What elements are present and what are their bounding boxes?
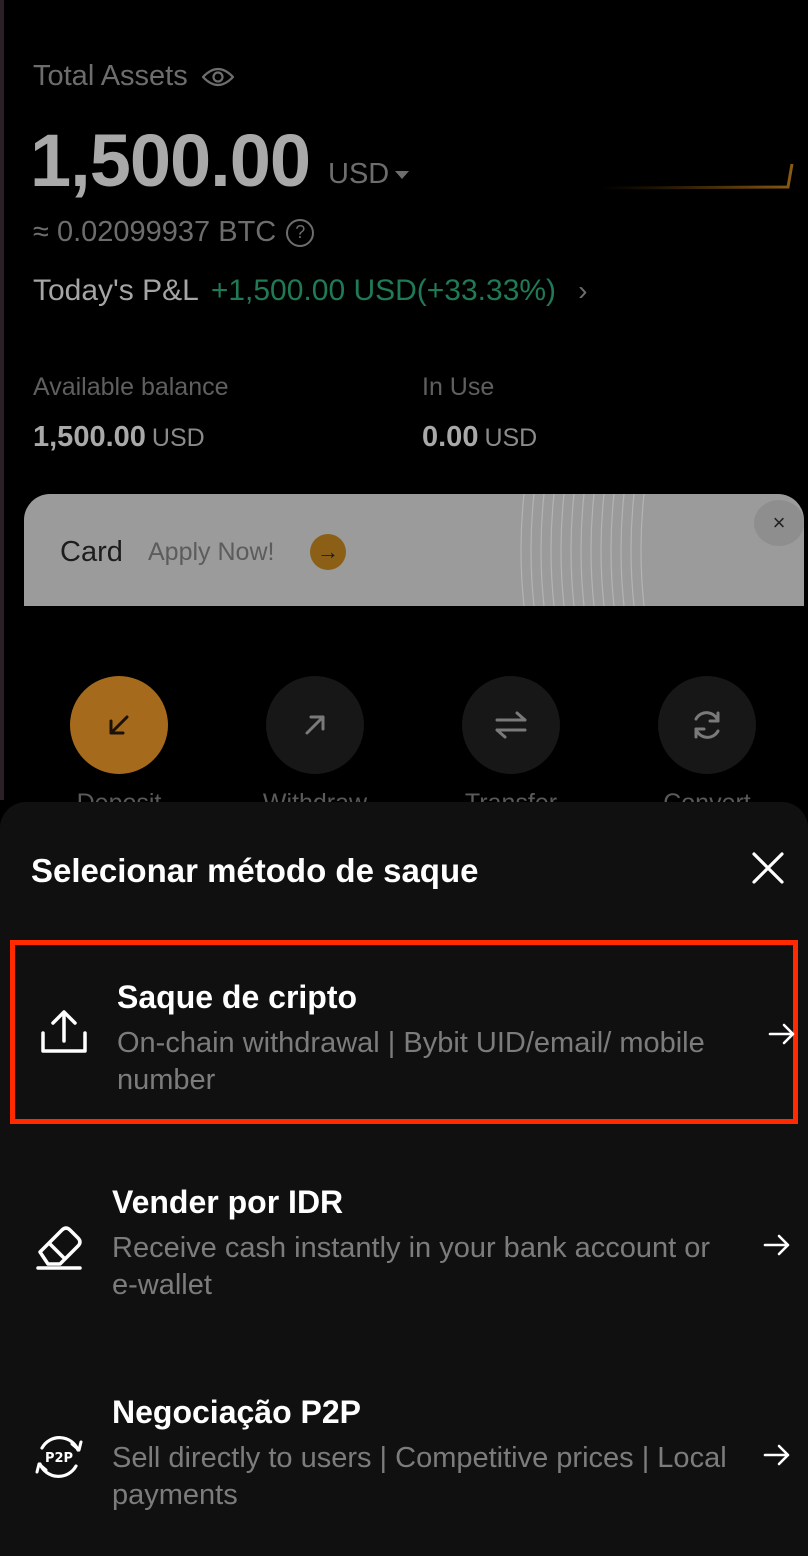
arrow-up-right-icon (305, 715, 325, 735)
withdraw-button[interactable] (266, 676, 364, 774)
available-balance-value: 1,500.00 USD (33, 421, 205, 453)
p2p-icon-text: P2P (45, 1451, 73, 1466)
option-p2p-trading[interactable]: P2P Negociação P2P Sell directly to user… (10, 1380, 798, 1540)
eye-icon[interactable] (201, 67, 234, 87)
swap-arrows-icon (495, 711, 527, 739)
option-crypto-withdrawal[interactable]: Saque de cripto On-chain withdrawal | By… (10, 940, 798, 1124)
total-assets-label: Total Assets (33, 60, 234, 93)
chevron-right-icon: › (578, 275, 588, 306)
card-promo-banner[interactable]: Card Apply Now! → × (24, 494, 804, 606)
option-title: Negociação P2P (112, 1394, 361, 1430)
upload-icon (41, 1010, 87, 1053)
caret-down-icon (395, 170, 410, 179)
currency-selector[interactable]: USD (328, 158, 410, 191)
convert-button[interactable] (658, 676, 756, 774)
arrow-right-circle-icon[interactable]: → (310, 534, 346, 570)
deposit-button[interactable] (70, 676, 168, 774)
option-description: Receive cash instantly in your bank acco… (112, 1232, 711, 1301)
arrow-right-icon (763, 1234, 790, 1256)
pnl-sparkline (600, 163, 794, 190)
available-balance-label: Available balance (33, 373, 229, 401)
btc-equivalent: ≈ 0.02099937 BTC ? (33, 216, 315, 249)
in-use-label: In Use (422, 373, 495, 401)
arrow-right-icon (768, 1023, 795, 1045)
arrow-right-icon (763, 1444, 790, 1466)
help-icon[interactable]: ? (286, 218, 315, 247)
apply-now-link[interactable]: Apply Now! (148, 538, 274, 567)
transfer-button[interactable] (462, 676, 560, 774)
withdraw-method-sheet: Selecionar método de saque Saque de crip… (0, 802, 808, 1556)
option-description: Sell directly to users | Competitive pri… (112, 1442, 727, 1511)
eraser-tag-icon (36, 1226, 82, 1270)
refresh-icon (694, 711, 720, 739)
close-banner-icon[interactable]: × (754, 500, 804, 546)
p2p-icon: P2P (35, 1436, 83, 1478)
close-icon[interactable] (748, 848, 788, 888)
total-assets-amount: 1,500.00 (30, 119, 311, 202)
option-title: Saque de cripto (117, 979, 358, 1015)
todays-pnl[interactable]: Today's P&L +1,500.00 USD(+33.33%) › (33, 274, 587, 308)
option-description: On-chain withdrawal | Bybit UID/email/ m… (117, 1027, 705, 1096)
card-banner-title: Card (60, 536, 123, 568)
in-use-value: 0.00 USD (422, 421, 538, 453)
arrow-down-left-icon (109, 715, 129, 735)
option-sell-idr[interactable]: Vender por IDR Receive cash instantly in… (10, 1170, 798, 1330)
window-edge (0, 0, 4, 800)
banner-decoration (520, 494, 645, 606)
option-title: Vender por IDR (112, 1184, 344, 1220)
sheet-title: Selecionar método de saque (31, 852, 479, 889)
